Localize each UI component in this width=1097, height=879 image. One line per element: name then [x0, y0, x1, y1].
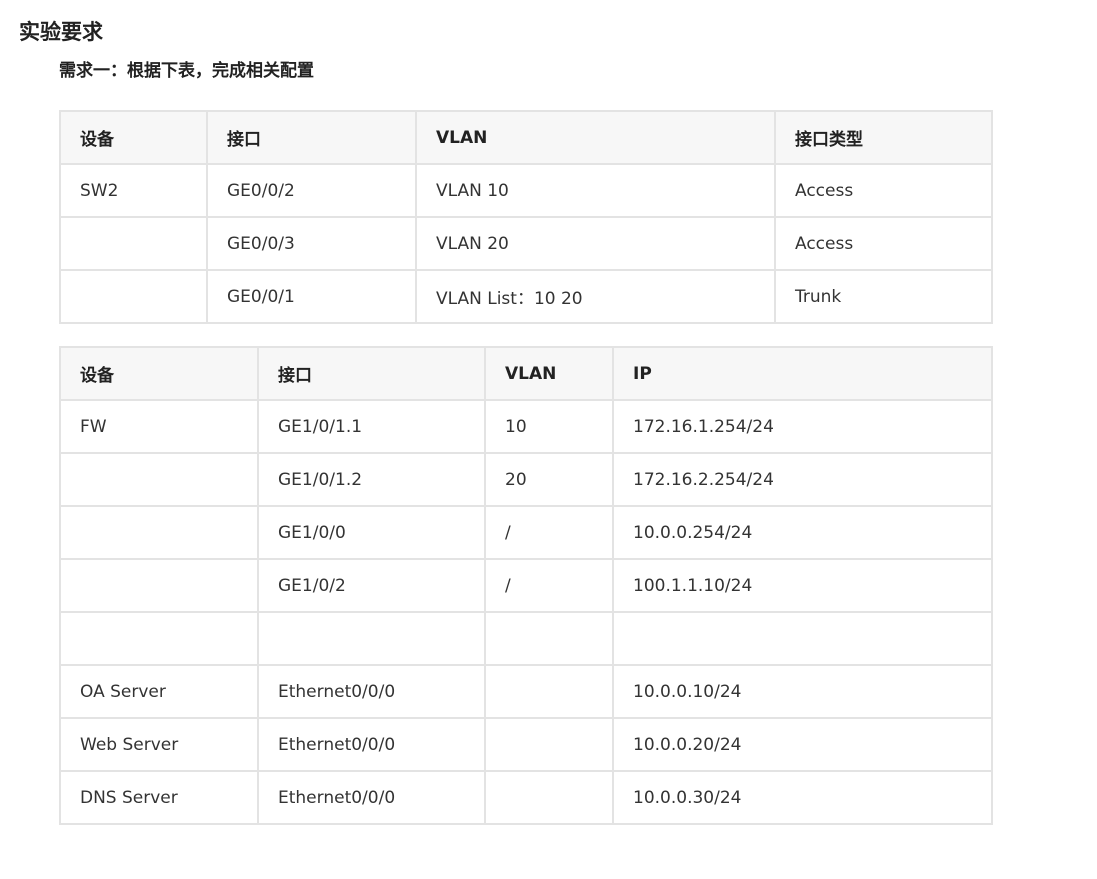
header-device: 设备: [59, 110, 208, 165]
cell-device: [59, 269, 208, 324]
cell-device: [59, 216, 208, 271]
table-row: GE0/0/1 VLAN List：10 20 Trunk: [59, 269, 993, 324]
cell-interface: GE0/0/3: [206, 216, 417, 271]
cell-vlan: /: [484, 505, 614, 560]
cell-interface: GE1/0/1.2: [257, 452, 486, 507]
table-row: GE1/0/1.2 20 172.16.2.254/24: [59, 452, 993, 507]
cell-interface: GE0/0/2: [206, 163, 417, 218]
header-vlan: VLAN: [415, 110, 776, 165]
cell-ip: 172.16.1.254/24: [612, 399, 993, 454]
cell-device: [59, 505, 259, 560]
cell-interface: Ethernet0/0/0: [257, 664, 486, 719]
table-row: OA Server Ethernet0/0/0 10.0.0.10/24: [59, 664, 993, 719]
cell-ip: 10.0.0.10/24: [612, 664, 993, 719]
cell-interface: GE1/0/2: [257, 558, 486, 613]
cell-device: OA Server: [59, 664, 259, 719]
cell-vlan: [484, 717, 614, 772]
cell-interface: GE1/0/1.1: [257, 399, 486, 454]
table-row: GE0/0/3 VLAN 20 Access: [59, 216, 993, 271]
cell-device: FW: [59, 399, 259, 454]
cell-interface: GE1/0/0: [257, 505, 486, 560]
cell-vlan: 10: [484, 399, 614, 454]
table-row: GE1/0/2 / 100.1.1.10/24: [59, 558, 993, 613]
header-interface-type: 接口类型: [774, 110, 993, 165]
cell-vlan: VLAN List：10 20: [415, 269, 776, 324]
cell-ip: 100.1.1.10/24: [612, 558, 993, 613]
table-row: DNS Server Ethernet0/0/0 10.0.0.30/24: [59, 770, 993, 825]
header-device: 设备: [59, 346, 259, 401]
table-row: SW2 GE0/0/2 VLAN 10 Access: [59, 163, 993, 218]
table-row: GE1/0/0 / 10.0.0.254/24: [59, 505, 993, 560]
page-title: 实验要求: [19, 20, 103, 44]
cell-interface: Ethernet0/0/0: [257, 770, 486, 825]
section-subtitle: 需求一：根据下表，完成相关配置: [59, 61, 314, 81]
cell-interface: Ethernet0/0/0: [257, 717, 486, 772]
header-vlan: VLAN: [484, 346, 614, 401]
cell-device: Web Server: [59, 717, 259, 772]
cell-interface: GE0/0/1: [206, 269, 417, 324]
cell-interface-type: Trunk: [774, 269, 993, 324]
cell-device: SW2: [59, 163, 208, 218]
cell-ip: 172.16.2.254/24: [612, 452, 993, 507]
table-row: Web Server Ethernet0/0/0 10.0.0.20/24: [59, 717, 993, 772]
cell-ip: 10.0.0.254/24: [612, 505, 993, 560]
cell-vlan: [484, 611, 614, 666]
header-interface: 接口: [206, 110, 417, 165]
cell-vlan: 20: [484, 452, 614, 507]
table-header-row: 设备 接口 VLAN IP: [59, 346, 993, 401]
header-ip: IP: [612, 346, 993, 401]
cell-ip: 10.0.0.20/24: [612, 717, 993, 772]
table-header-row: 设备 接口 VLAN 接口类型: [59, 110, 993, 165]
header-interface: 接口: [257, 346, 486, 401]
cell-vlan: [484, 770, 614, 825]
cell-device: DNS Server: [59, 770, 259, 825]
cell-device: [59, 558, 259, 613]
cell-device: [59, 611, 259, 666]
cell-interface: [257, 611, 486, 666]
cell-device: [59, 452, 259, 507]
device-ip-table: 设备 接口 VLAN IP FW GE1/0/1.1 10 172.16.1.2…: [59, 346, 993, 825]
cell-interface-type: Access: [774, 163, 993, 218]
cell-vlan: /: [484, 558, 614, 613]
cell-interface-type: Access: [774, 216, 993, 271]
cell-ip: 10.0.0.30/24: [612, 770, 993, 825]
cell-vlan: VLAN 10: [415, 163, 776, 218]
table-row: FW GE1/0/1.1 10 172.16.1.254/24: [59, 399, 993, 454]
cell-vlan: [484, 664, 614, 719]
cell-ip: [612, 611, 993, 666]
switch-interface-table: 设备 接口 VLAN 接口类型 SW2 GE0/0/2 VLAN 10 Acce…: [59, 110, 993, 324]
cell-vlan: VLAN 20: [415, 216, 776, 271]
table-row: [59, 611, 993, 666]
